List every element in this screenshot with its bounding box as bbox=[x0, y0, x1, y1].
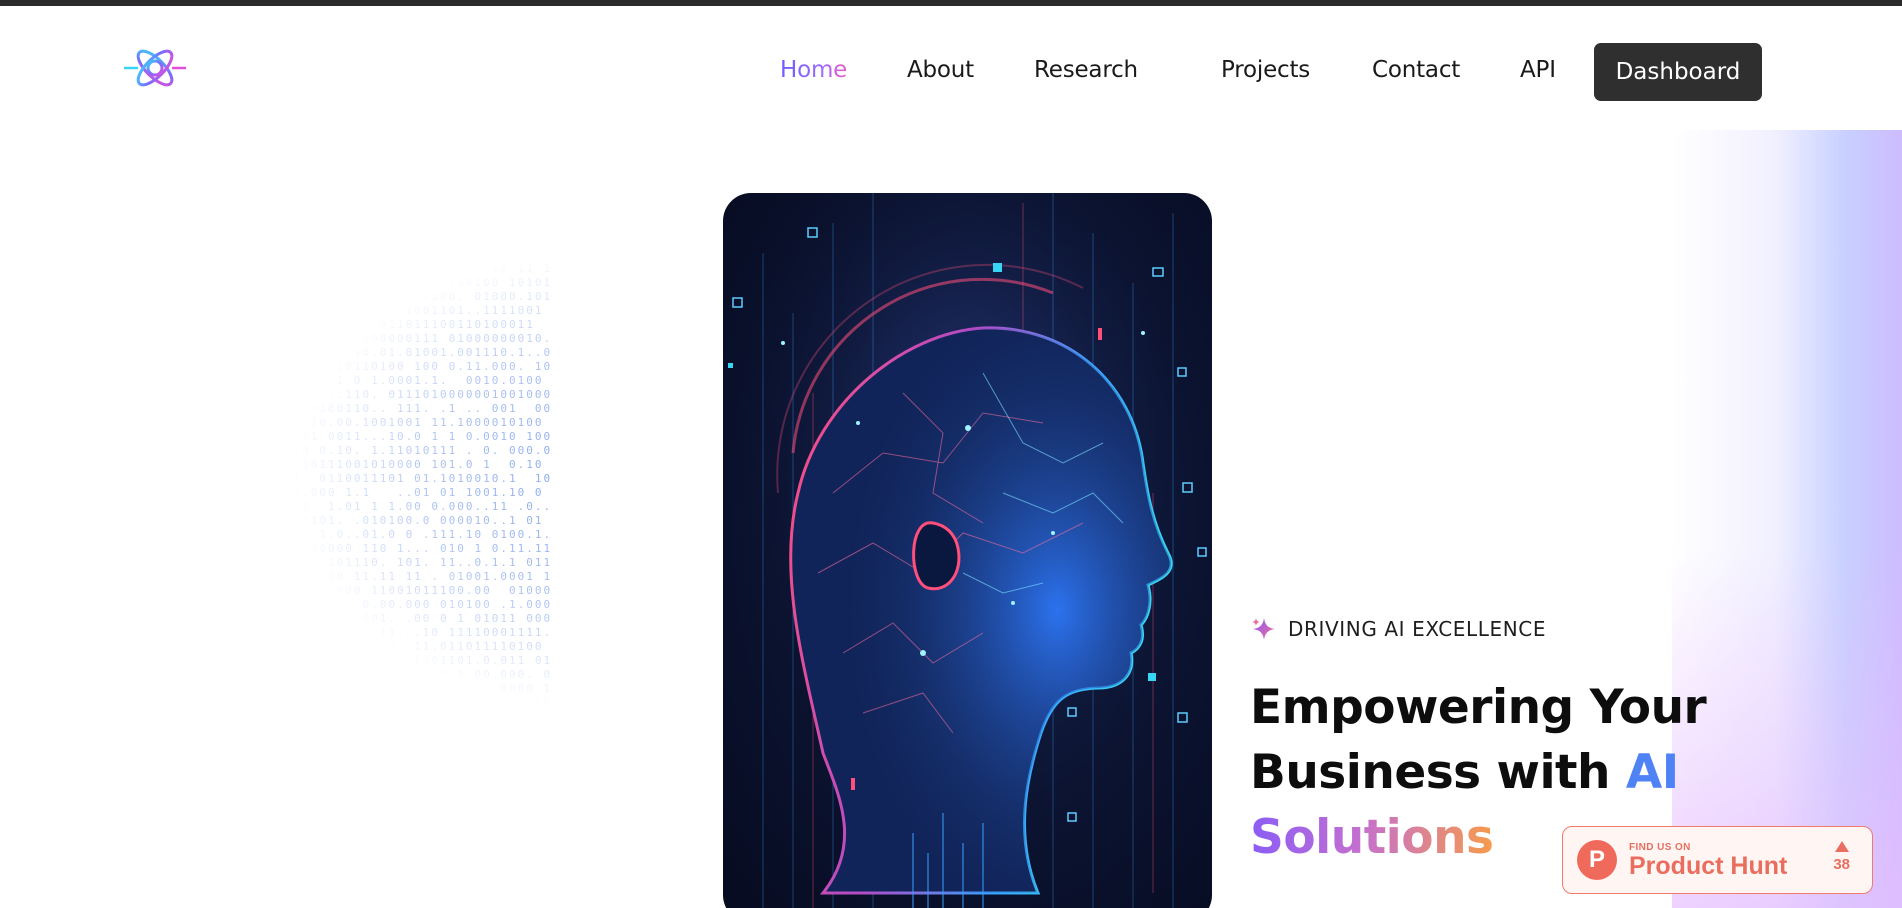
atom-logo-icon[interactable] bbox=[122, 42, 188, 94]
headline-line-1: Empowering Your bbox=[1250, 680, 1707, 735]
binary-code-decoration: 1100110 110.1010101100 01 011100 10100.1… bbox=[190, 220, 553, 737]
nav-projects-link[interactable]: Projects bbox=[1221, 57, 1310, 83]
tagline-text: DRIVING AI EXCELLENCE bbox=[1288, 617, 1547, 641]
hero-tagline: DRIVING AI EXCELLENCE bbox=[1250, 615, 1546, 643]
nav-contact-link[interactable]: Contact bbox=[1372, 57, 1460, 83]
dashboard-button[interactable]: Dashboard bbox=[1594, 43, 1762, 101]
sparkle-icon bbox=[1252, 618, 1275, 640]
product-hunt-caption: FIND US ON bbox=[1629, 841, 1691, 853]
product-hunt-logo-icon: P bbox=[1577, 840, 1617, 880]
upvote-arrow-icon bbox=[1834, 841, 1849, 852]
headline-solutions-word: Solutions bbox=[1250, 810, 1494, 865]
product-hunt-badge[interactable]: P FIND US ON Product Hunt 38 bbox=[1562, 826, 1873, 894]
hero-ai-head-image bbox=[723, 193, 1212, 908]
nav-research-link[interactable]: Research bbox=[1034, 57, 1138, 83]
nav-api-link[interactable]: API bbox=[1520, 57, 1556, 83]
site-header: Home About Research Projects Contact API… bbox=[0, 6, 1902, 126]
nav-home-link[interactable]: Home bbox=[780, 57, 847, 83]
product-hunt-title: Product Hunt bbox=[1629, 851, 1788, 880]
headline-ai-word: AI bbox=[1625, 745, 1679, 800]
headline-line-2: Business with bbox=[1250, 745, 1626, 800]
product-hunt-votes: 38 bbox=[1833, 841, 1850, 873]
product-hunt-vote-count: 38 bbox=[1833, 856, 1850, 873]
nav-about-link[interactable]: About bbox=[907, 57, 974, 83]
